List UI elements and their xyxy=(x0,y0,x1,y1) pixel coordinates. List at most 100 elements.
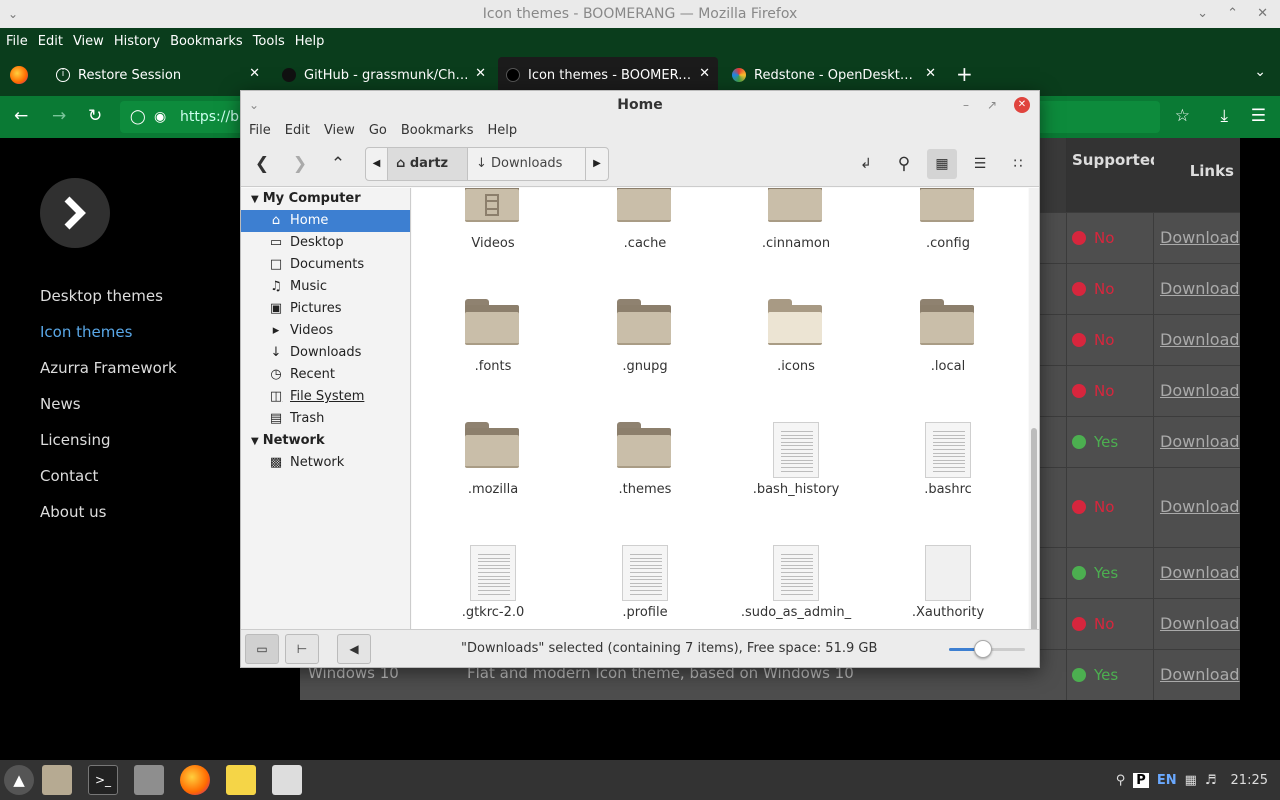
new-tab-icon[interactable]: + xyxy=(956,62,973,86)
sidebar-item-pictures[interactable]: ▣ Pictures xyxy=(241,298,410,320)
sidebar-item-videos[interactable]: ▸ Videos xyxy=(241,320,410,342)
breadcrumb-downloads[interactable]: ↓ Downloads xyxy=(468,148,586,180)
window-menu-icon[interactable]: ⌄ xyxy=(8,0,18,28)
nav-desktop-themes[interactable]: Desktop themes xyxy=(40,286,177,322)
reload-icon[interactable]: ↻ xyxy=(88,106,102,126)
minimize-icon[interactable]: ⌄ xyxy=(1197,0,1208,28)
show-treeview-icon[interactable]: ⊢ xyxy=(285,634,319,664)
icon-view-icon[interactable]: ▦ xyxy=(927,149,957,179)
tray-search-icon[interactable]: ⚲ xyxy=(1116,773,1126,788)
nav-licensing[interactable]: Licensing xyxy=(40,430,177,466)
sidebar-item-music[interactable]: ♫ Music xyxy=(241,276,410,298)
bookmark-star-icon[interactable]: ☆ xyxy=(1175,106,1190,126)
folder-item[interactable]: .local xyxy=(873,299,1023,374)
folder-item[interactable]: .gnupg xyxy=(570,299,720,374)
download-link[interactable]: Download xyxy=(1160,228,1240,247)
file-item[interactable]: .bashrc xyxy=(873,422,1023,497)
sidebar-item-documents[interactable]: □ Documents xyxy=(241,254,410,276)
sidebar-item-recent[interactable]: ◷ Recent xyxy=(241,364,410,386)
menu-edit[interactable]: Edit xyxy=(285,123,310,138)
hamburger-menu-icon[interactable]: ☰ xyxy=(1251,106,1266,126)
firefox-menu-icon[interactable] xyxy=(10,66,28,84)
nav-contact[interactable]: Contact xyxy=(40,466,177,502)
breadcrumb-left-arrow-icon[interactable]: ◀ xyxy=(366,148,388,180)
close-tab-icon[interactable]: ✕ xyxy=(475,66,486,81)
sidebar-item-home[interactable]: ⌂ Home xyxy=(241,210,410,232)
back-icon[interactable]: ← xyxy=(14,106,28,126)
close-icon[interactable]: ✕ xyxy=(1014,97,1030,113)
up-icon[interactable]: ⌃ xyxy=(323,149,353,179)
minimize-icon[interactable]: – xyxy=(963,91,969,119)
download-link[interactable]: Download xyxy=(1160,381,1240,400)
file-cabinet-launcher-icon[interactable] xyxy=(134,765,164,795)
maximize-icon[interactable]: ⌃ xyxy=(1227,0,1238,28)
sidebar-item-desktop[interactable]: ▭ Desktop xyxy=(241,232,410,254)
text-editor-launcher-icon[interactable] xyxy=(226,765,256,795)
sidebar-item-trash[interactable]: ▤ Trash xyxy=(241,408,410,430)
vertical-scrollbar[interactable] xyxy=(1029,188,1039,656)
nav-azurra-framework[interactable]: Azurra Framework xyxy=(40,358,177,394)
sidebar-item-network[interactable]: ▩ Network xyxy=(241,452,410,474)
close-tab-icon[interactable]: ✕ xyxy=(925,66,936,81)
show-places-icon[interactable]: ▭ xyxy=(245,634,279,664)
hide-sidebar-icon[interactable]: ◀ xyxy=(337,634,371,664)
maximize-icon[interactable]: ↗ xyxy=(987,91,997,119)
menu-go[interactable]: Go xyxy=(369,123,387,138)
compact-view-icon[interactable]: ∷ xyxy=(1003,149,1033,179)
scrollbar-thumb[interactable] xyxy=(1031,428,1037,656)
folder-item[interactable]: .config xyxy=(873,188,1023,251)
download-link[interactable]: Download xyxy=(1160,432,1240,451)
zoom-slider[interactable] xyxy=(949,640,1025,658)
file-item[interactable]: .profile xyxy=(570,545,720,620)
download-link[interactable]: Download xyxy=(1160,330,1240,349)
terminal-launcher-icon[interactable]: >_ xyxy=(88,765,118,795)
volume-icon[interactable]: ♬ xyxy=(1205,773,1217,788)
mint-menu-icon[interactable]: ▲ xyxy=(4,765,34,795)
sidebar-item-downloads[interactable]: ↓ Downloads xyxy=(241,342,410,364)
menu-bookmarks[interactable]: Bookmarks xyxy=(170,34,243,49)
keyboard-launcher-icon[interactable] xyxy=(272,765,302,795)
network-icon[interactable]: ▦ xyxy=(1185,773,1197,788)
menu-tools[interactable]: Tools xyxy=(253,34,285,49)
keyboard-layout[interactable]: EN xyxy=(1157,773,1177,788)
sidebar-section-network[interactable]: ▼ Network xyxy=(241,430,410,452)
folder-item[interactable]: Videos xyxy=(418,188,568,251)
file-item[interactable]: .bash_history xyxy=(721,422,871,497)
nav-icon-themes[interactable]: Icon themes xyxy=(40,322,177,358)
menu-view[interactable]: View xyxy=(324,123,355,138)
list-view-icon[interactable]: ☰ xyxy=(965,149,995,179)
download-link[interactable]: Download xyxy=(1160,665,1240,684)
folder-item[interactable]: .icons xyxy=(721,299,871,374)
tab-github[interactable]: GitHub - grassmunk/Chicago ✕ xyxy=(272,57,494,93)
menu-help[interactable]: Help xyxy=(487,123,517,138)
nav-about-us[interactable]: About us xyxy=(40,502,177,538)
window-menu-icon[interactable]: ⌄ xyxy=(249,91,259,119)
menu-edit[interactable]: Edit xyxy=(38,34,63,49)
breadcrumb-home[interactable]: ⌂ dartz xyxy=(388,148,468,180)
download-link[interactable]: Download xyxy=(1160,563,1240,582)
sidebar-section-my-computer[interactable]: ▼ My Computer xyxy=(241,188,410,210)
file-item[interactable]: .sudo_as_admin_ xyxy=(721,545,871,620)
folder-item[interactable]: .mozilla xyxy=(418,422,568,497)
toggle-location-icon[interactable]: ↲ xyxy=(851,149,881,179)
menu-help[interactable]: Help xyxy=(295,34,325,49)
tab-restore-session[interactable]: i Restore Session ✕ xyxy=(46,57,268,93)
file-item[interactable]: .Xauthority xyxy=(873,545,1023,620)
site-logo[interactable] xyxy=(40,178,110,248)
files-launcher-icon[interactable] xyxy=(42,765,72,795)
download-link[interactable]: Download xyxy=(1160,614,1240,633)
lock-icon[interactable]: ◉ xyxy=(154,101,166,133)
back-icon[interactable]: ❮ xyxy=(247,149,277,179)
close-tab-icon[interactable]: ✕ xyxy=(249,66,260,81)
download-link[interactable]: Download xyxy=(1160,497,1240,516)
folder-item[interactable]: .themes xyxy=(570,422,720,497)
list-tabs-icon[interactable]: ⌄ xyxy=(1254,64,1266,80)
tab-redstone[interactable]: Redstone - OpenDesktop.org ✕ xyxy=(722,57,944,93)
menu-view[interactable]: View xyxy=(73,34,104,49)
file-item[interactable]: .gtkrc-2.0 xyxy=(418,545,568,620)
menu-history[interactable]: History xyxy=(114,34,160,49)
menu-file[interactable]: File xyxy=(249,123,271,138)
folder-item[interactable]: .cache xyxy=(570,188,720,251)
zoom-knob[interactable] xyxy=(974,640,993,658)
menu-bookmarks[interactable]: Bookmarks xyxy=(401,123,474,138)
